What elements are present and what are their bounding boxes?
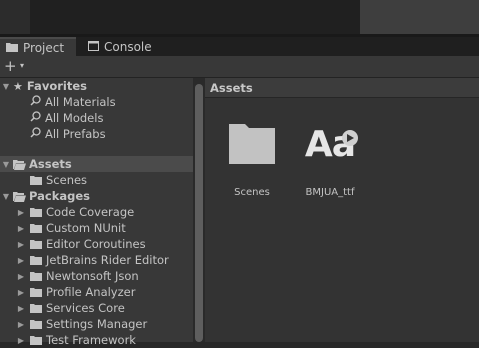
tab-console-label: Console — [104, 39, 152, 54]
expand-arrow-icon[interactable]: ▶ — [16, 240, 26, 249]
asset-label: BMJUA_ttf — [305, 187, 355, 198]
package-label: Profile Analyzer — [46, 285, 136, 299]
large-folder-icon — [217, 118, 287, 170]
package-label: Services Core — [46, 301, 125, 315]
package-item[interactable]: ▶ Code Coverage — [0, 204, 193, 220]
package-label: Custom NUnit — [46, 221, 126, 235]
search-icon — [30, 95, 41, 109]
packages-label: Packages — [29, 189, 90, 203]
folder-open-icon — [13, 191, 26, 202]
tree-folder-label: Scenes — [46, 173, 88, 187]
tab-bar: Project Console — [0, 37, 479, 56]
asset-tile-font[interactable]: Aa BMJUA_ttf — [295, 118, 365, 198]
search-icon — [30, 111, 41, 125]
package-label: Code Coverage — [46, 205, 135, 219]
package-item[interactable]: ▶ Services Core — [0, 300, 193, 316]
scene-view-strip — [0, 0, 479, 37]
folder-icon — [6, 41, 18, 55]
expand-arrow-icon[interactable]: ▶ — [16, 256, 26, 265]
tab-project[interactable]: Project — [0, 37, 76, 56]
asset-label: Scenes — [234, 187, 270, 198]
folder-icon — [30, 255, 42, 265]
expand-arrow-icon[interactable]: ▶ — [16, 320, 26, 329]
breadcrumb-assets[interactable]: Assets — [210, 81, 253, 95]
search-icon — [30, 127, 41, 141]
favorite-label: All Models — [45, 111, 104, 125]
package-label: Test Framework — [46, 333, 136, 347]
expand-arrow-icon[interactable]: ▶ — [16, 288, 26, 297]
game-view[interactable] — [360, 0, 479, 34]
asset-grid-panel: Assets Scenes Aa BMJUA_ttf — [205, 78, 479, 342]
package-item[interactable]: ▶ Newtonsoft Json — [0, 268, 193, 284]
folder-icon — [30, 319, 42, 329]
expand-arrow-icon[interactable]: ▼ — [1, 82, 11, 91]
favorite-item[interactable]: All Materials — [0, 94, 193, 110]
favorites-label: Favorites — [26, 79, 87, 93]
font-asset-icon: Aa — [295, 118, 365, 170]
asset-tile-scenes[interactable]: Scenes — [217, 118, 287, 198]
favorites-header[interactable]: ▼ ★ Favorites — [0, 78, 193, 94]
expand-arrow-icon[interactable]: ▶ — [16, 272, 26, 281]
expand-arrow-icon[interactable]: ▶ — [16, 208, 26, 217]
breadcrumb: Assets — [205, 78, 479, 98]
project-toolbar: + ▾ — [0, 56, 479, 78]
folder-icon — [30, 223, 42, 233]
folder-icon — [30, 207, 42, 217]
scene-view[interactable] — [30, 0, 360, 34]
package-item[interactable]: ▶ Custom NUnit — [0, 220, 193, 236]
expand-arrow-icon[interactable]: ▶ — [16, 336, 26, 345]
favorite-label: All Materials — [45, 95, 116, 109]
folder-icon — [30, 303, 42, 313]
package-item[interactable]: ▶ Test Framework — [0, 332, 193, 348]
assets-tree-label: Assets — [29, 157, 72, 171]
project-tree-panel: ▼ ★ Favorites All Materials All Models A… — [0, 78, 193, 347]
favorite-item[interactable]: All Models — [0, 110, 193, 126]
package-item[interactable]: ▶ Settings Manager — [0, 316, 193, 332]
expand-arrow-icon[interactable]: ▼ — [1, 192, 11, 201]
folder-open-icon — [13, 159, 26, 170]
create-button[interactable]: + — [4, 57, 17, 75]
folder-icon — [30, 175, 42, 185]
expand-arrow-icon[interactable]: ▶ — [16, 224, 26, 233]
package-item[interactable]: ▶ Profile Analyzer — [0, 284, 193, 300]
assets-tree-header[interactable]: ▼ Assets — [0, 156, 193, 172]
folder-icon — [30, 287, 42, 297]
tab-console[interactable]: Console — [82, 37, 162, 56]
toolbar-panel-left — [0, 0, 30, 34]
tree-folder-item[interactable]: Scenes — [0, 172, 193, 188]
folder-icon — [30, 271, 42, 281]
tab-project-label: Project — [23, 40, 65, 55]
package-item[interactable]: ▶ JetBrains Rider Editor — [0, 252, 193, 268]
folder-icon — [30, 239, 42, 249]
package-label: JetBrains Rider Editor — [46, 253, 169, 267]
create-dropdown-icon[interactable]: ▾ — [20, 61, 24, 70]
favorite-label: All Prefabs — [45, 127, 106, 141]
play-icon[interactable] — [342, 130, 358, 146]
expand-arrow-icon[interactable]: ▶ — [16, 304, 26, 313]
package-label: Settings Manager — [46, 317, 148, 331]
package-label: Newtonsoft Json — [46, 269, 139, 283]
favorite-item[interactable]: All Prefabs — [0, 126, 193, 142]
package-item[interactable]: ▶ Editor Coroutines — [0, 236, 193, 252]
star-icon: ★ — [13, 79, 23, 93]
folder-icon — [30, 335, 42, 345]
package-label: Editor Coroutines — [46, 237, 146, 251]
console-icon — [88, 40, 99, 54]
packages-header[interactable]: ▼ Packages — [0, 188, 193, 204]
tree-scrollbar[interactable] — [195, 84, 203, 342]
expand-arrow-icon[interactable]: ▼ — [1, 160, 11, 169]
